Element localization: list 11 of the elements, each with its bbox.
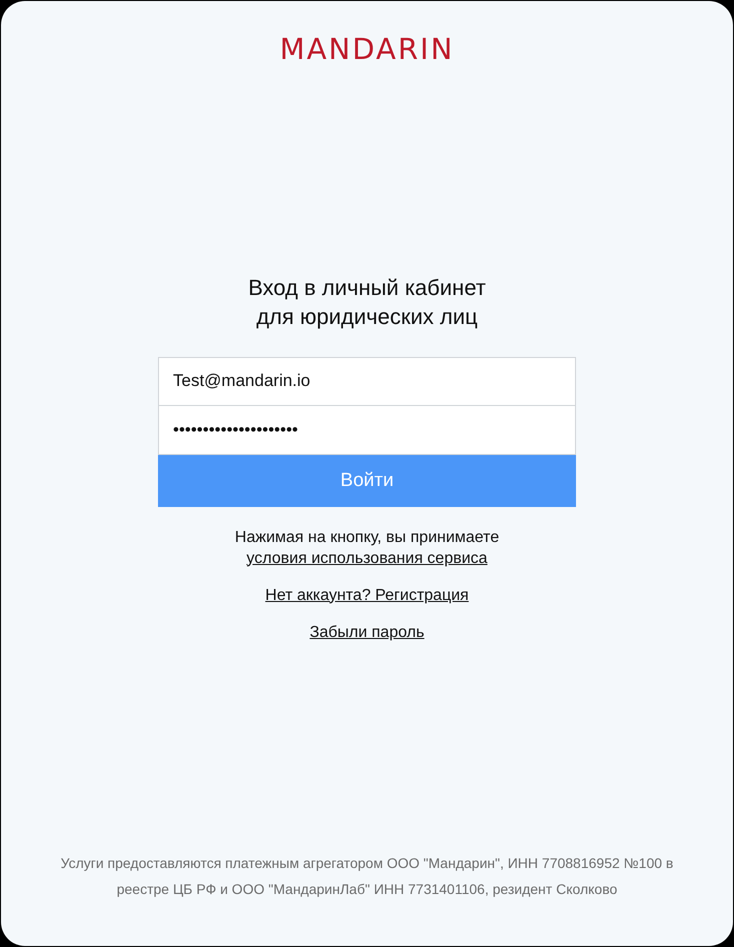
password-field[interactable]: ••••••••••••••••••••• — [158, 406, 576, 454]
link[interactable]: Забыли пароль — [310, 622, 424, 642]
footer-text: реестре ЦБ РФ и ООО "МандаринЛаб" ИНН 7731401106, резидент Сколково — [116, 880, 618, 899]
heading: для юридических лиц — [256, 302, 478, 330]
terms-text: Нажимая на кнопку, вы принимаете — [234, 528, 500, 548]
footer-text: Услуги предоставляются платежным агрегатором ООО "Мандарин", ИНН 7708816952 №100 в — [60, 854, 674, 873]
email-field[interactable]: Test@mandarin.io — [158, 356, 576, 406]
logo: MANDARIN — [280, 33, 454, 65]
link[interactable]: Нет аккаунта? Регистрация — [265, 584, 469, 606]
terms-link[interactable]: условия использования сервиса — [246, 548, 488, 568]
heading: Вход в личный кабинет — [248, 274, 486, 302]
